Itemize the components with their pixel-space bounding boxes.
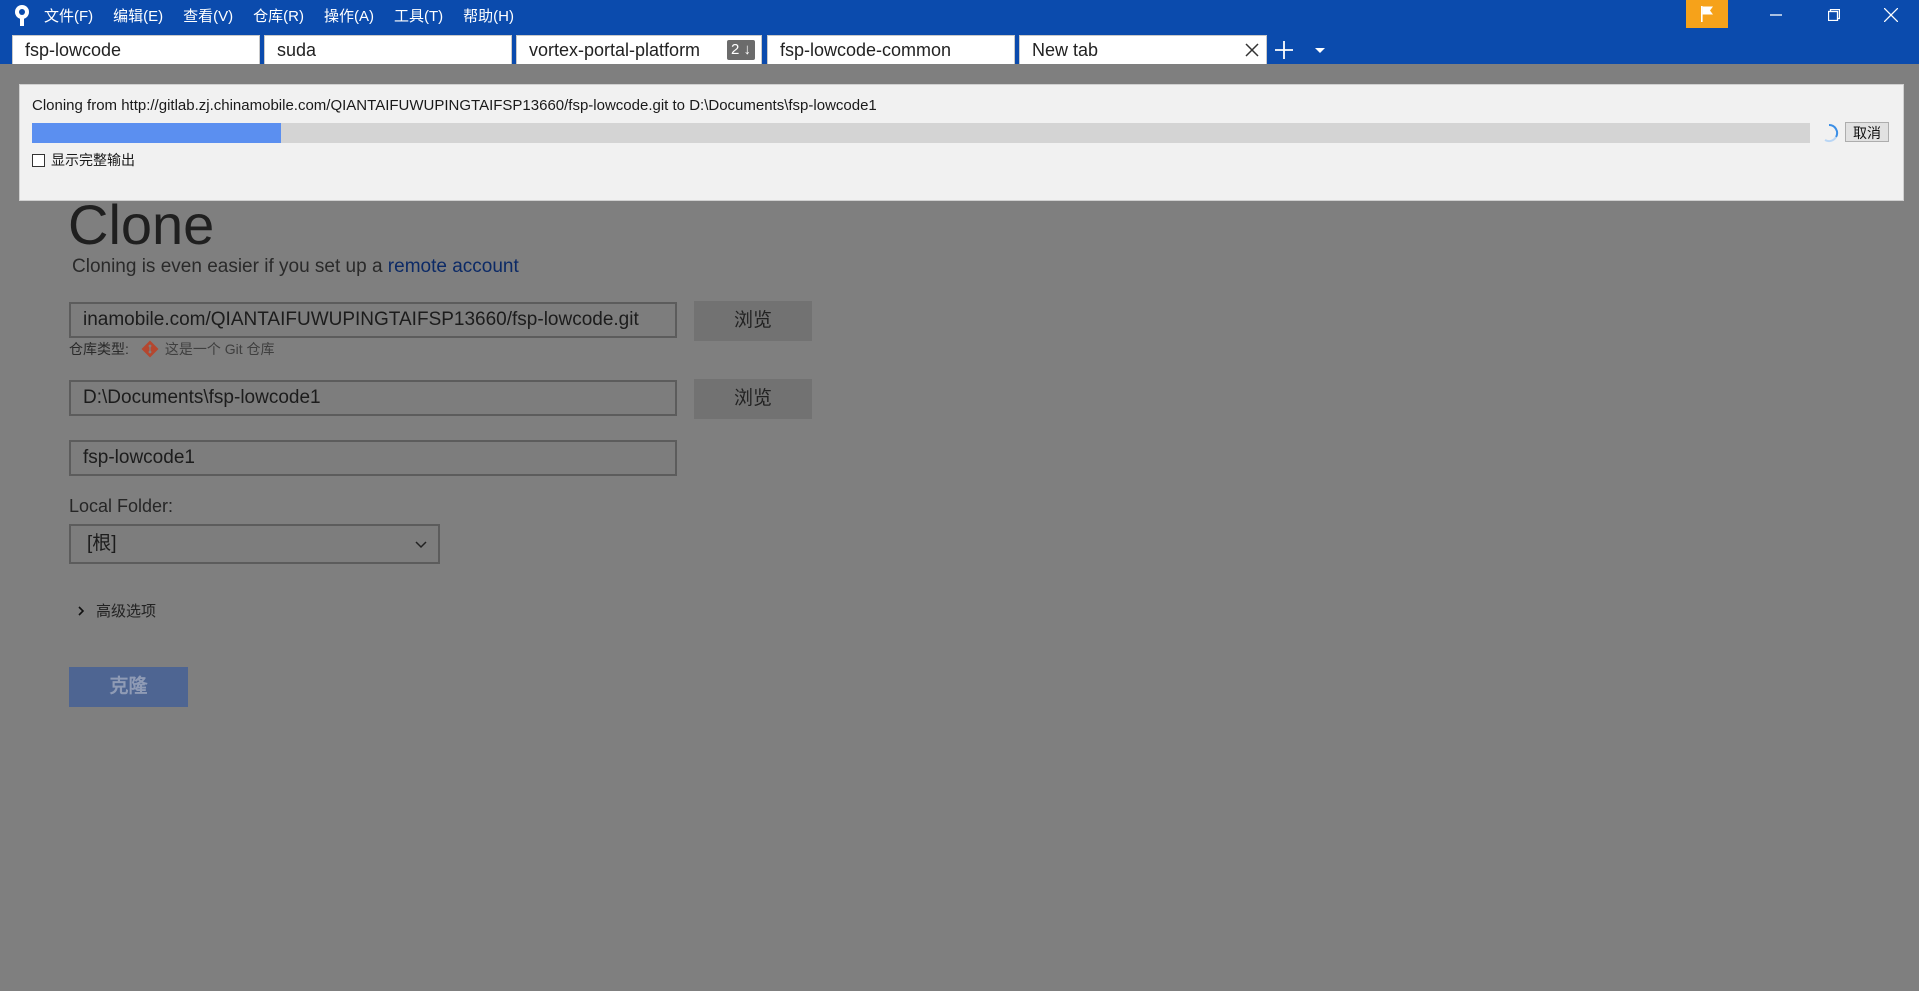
tab-fsp-lowcode-common[interactable]: fsp-lowcode-common — [767, 35, 1015, 64]
tab-label: New tab — [1032, 40, 1099, 60]
git-icon — [141, 340, 159, 358]
clone-page: Clone Cloning is even easier if you set … — [0, 64, 1919, 991]
remote-account-link[interactable]: remote account — [388, 256, 519, 277]
local-folder-select[interactable]: [根] — [69, 524, 440, 564]
menu-tools[interactable]: 工具(T) — [394, 5, 443, 26]
menu-file[interactable]: 文件(F) — [44, 5, 93, 26]
show-output-checkbox[interactable] — [32, 153, 45, 167]
cancel-button[interactable]: 取消 — [1845, 122, 1889, 142]
flag-icon — [1701, 6, 1713, 22]
subtitle-text: Cloning is even easier if you set up a — [72, 256, 388, 277]
tab-suda[interactable]: suda — [264, 35, 512, 64]
tab-fsp-lowcode[interactable]: fsp-lowcode — [12, 35, 260, 64]
minimize-icon — [1770, 14, 1782, 16]
chevron-down-icon[interactable] — [1312, 42, 1328, 58]
local-folder-label: Local Folder: — [69, 496, 174, 516]
plus-icon[interactable] — [1272, 38, 1296, 62]
menu-view[interactable]: 查看(V) — [183, 5, 233, 26]
page-subtitle: Cloning is even easier if you set up a r… — [72, 256, 519, 278]
show-output-label: 显示完整输出 — [51, 152, 135, 168]
progress-message: Cloning from http://gitlab.zj.chinamobil… — [32, 97, 877, 114]
chevron-right-icon — [78, 605, 85, 616]
chevron-down-icon — [415, 541, 427, 549]
repo-name-input[interactable]: fsp-lowcode1 — [69, 440, 677, 476]
menu-actions[interactable]: 操作(A) — [324, 5, 374, 26]
advanced-options-toggle[interactable]: 高级选项 — [76, 600, 156, 621]
tab-label: fsp-lowcode — [25, 40, 122, 60]
tab-new-tab[interactable]: New tab — [1019, 35, 1267, 64]
close-window-button[interactable] — [1863, 0, 1919, 30]
tab-label: fsp-lowcode-common — [780, 40, 952, 60]
menu-edit[interactable]: 编辑(E) — [113, 5, 163, 26]
tab-label: vortex-portal-platform — [529, 40, 701, 60]
minimize-button[interactable] — [1748, 0, 1804, 30]
spinner-icon — [1824, 123, 1839, 143]
clone-button[interactable]: 克隆 — [69, 667, 188, 707]
show-output-option[interactable]: 显示完整输出 — [32, 150, 135, 170]
repo-type-label: 仓库类型: — [69, 341, 129, 357]
page-title: Clone — [68, 193, 215, 256]
clone-progress-panel: Cloning from http://gitlab.zj.chinamobil… — [19, 84, 1904, 201]
title-bar: 文件(F) 编辑(E) 查看(V) 仓库(R) 操作(A) 工具(T) 帮助(H… — [0, 0, 1919, 30]
restore-button[interactable] — [1806, 0, 1862, 30]
menu-bar: 文件(F) 编辑(E) 查看(V) 仓库(R) 操作(A) 工具(T) 帮助(H… — [44, 0, 534, 30]
menu-help[interactable]: 帮助(H) — [463, 5, 514, 26]
browse-source-button[interactable]: 浏览 — [694, 301, 812, 341]
close-icon[interactable] — [1244, 42, 1260, 58]
progress-bar — [32, 123, 1810, 143]
advanced-options-label: 高级选项 — [96, 603, 157, 620]
restore-icon — [1828, 9, 1840, 21]
browse-destination-button[interactable]: 浏览 — [694, 379, 812, 419]
repo-type-value: 这是一个 Git 仓库 — [164, 341, 275, 357]
flag-button[interactable] — [1686, 0, 1728, 28]
source-url-input[interactable]: inamobile.com/QIANTAIFUWUPINGTAIFSP13660… — [69, 302, 677, 338]
tab-bar: fsp-lowcode suda vortex-portal-platform … — [0, 30, 1919, 64]
pull-count-badge: 2 ↓ — [726, 40, 755, 60]
tab-vortex-portal-platform[interactable]: vortex-portal-platform 2 ↓ — [516, 35, 762, 64]
tab-label: suda — [277, 40, 317, 60]
sourcetree-logo-icon — [15, 5, 29, 26]
local-folder-value: [根] — [87, 533, 117, 554]
progress-bar-fill — [32, 123, 281, 143]
destination-path-input[interactable]: D:\Documents\fsp-lowcode1 — [69, 380, 677, 416]
menu-repository[interactable]: 仓库(R) — [253, 5, 304, 26]
repo-type-hint: 仓库类型: 这是一个 Git 仓库 — [69, 339, 275, 359]
close-icon — [1884, 8, 1898, 22]
